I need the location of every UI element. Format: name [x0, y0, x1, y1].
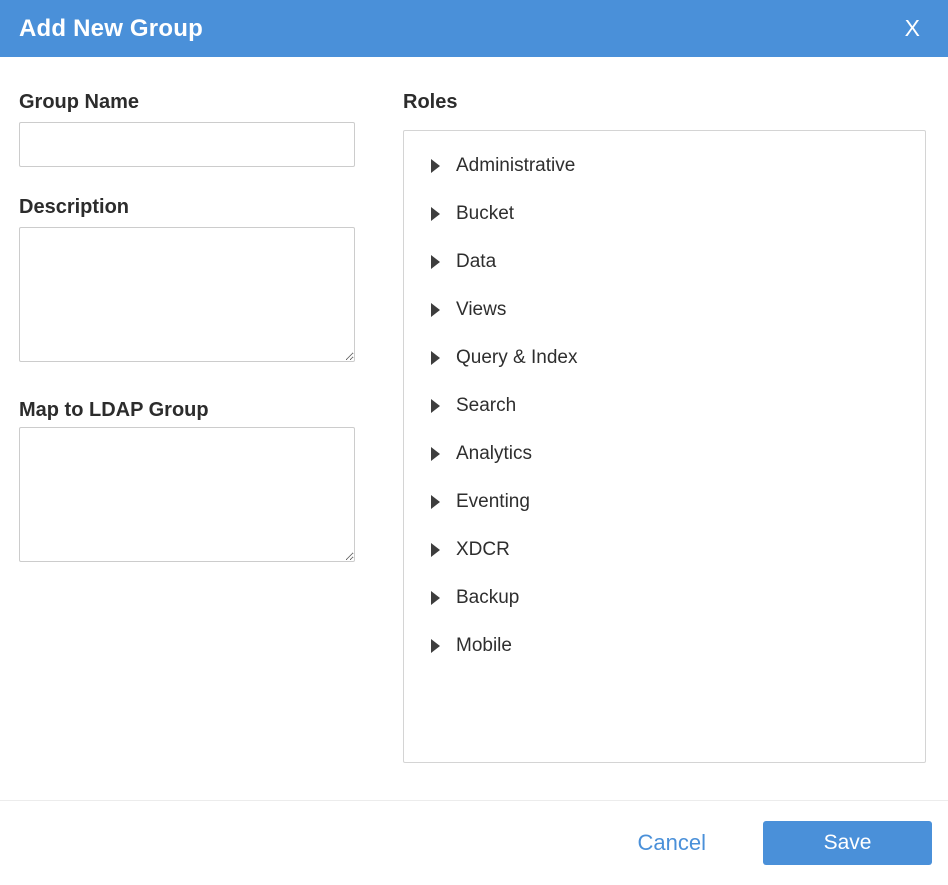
ldap-group-label: Map to LDAP Group	[19, 400, 355, 420]
role-item-xdcr[interactable]: XDCR	[404, 526, 925, 574]
role-item-administrative[interactable]: Administrative	[404, 142, 925, 190]
modal-footer: Cancel Save	[0, 800, 948, 885]
description-label: Description	[19, 197, 355, 217]
group-name-input[interactable]	[19, 122, 355, 167]
role-item-label: Query & Index	[456, 347, 577, 369]
role-item-query-index[interactable]: Query & Index	[404, 334, 925, 382]
caret-right-icon[interactable]	[431, 255, 440, 269]
role-item-analytics[interactable]: Analytics	[404, 430, 925, 478]
role-item-search[interactable]: Search	[404, 382, 925, 430]
role-item-data[interactable]: Data	[404, 238, 925, 286]
roles-column: Roles Administrative Bucket Data	[403, 92, 926, 800]
caret-right-icon[interactable]	[431, 159, 440, 173]
role-item-label: Analytics	[456, 443, 532, 465]
caret-right-icon[interactable]	[431, 495, 440, 509]
modal-title: Add New Group	[19, 15, 899, 43]
modal-body: Group Name Description Map to LDAP Group…	[0, 57, 948, 800]
description-textarea[interactable]	[19, 227, 355, 362]
caret-right-icon[interactable]	[431, 303, 440, 317]
caret-right-icon[interactable]	[431, 207, 440, 221]
roles-panel: Administrative Bucket Data Views	[403, 130, 926, 763]
caret-right-icon[interactable]	[431, 399, 440, 413]
caret-right-icon[interactable]	[431, 543, 440, 557]
cancel-button[interactable]: Cancel	[638, 830, 706, 856]
group-name-label: Group Name	[19, 92, 355, 112]
roles-label: Roles	[403, 92, 926, 112]
caret-right-icon[interactable]	[431, 447, 440, 461]
add-new-group-modal: Add New Group X Group Name Description M…	[0, 0, 948, 885]
role-item-mobile[interactable]: Mobile	[404, 622, 925, 670]
close-icon[interactable]: X	[899, 13, 926, 44]
role-item-label: Backup	[456, 587, 519, 609]
caret-right-icon[interactable]	[431, 591, 440, 605]
form-column: Group Name Description Map to LDAP Group	[19, 92, 355, 800]
role-item-bucket[interactable]: Bucket	[404, 190, 925, 238]
role-item-label: Views	[456, 299, 506, 321]
roles-list: Administrative Bucket Data Views	[404, 142, 925, 670]
save-button[interactable]: Save	[763, 821, 932, 865]
role-item-label: Bucket	[456, 203, 514, 225]
role-item-backup[interactable]: Backup	[404, 574, 925, 622]
modal-header: Add New Group X	[0, 0, 948, 57]
role-item-eventing[interactable]: Eventing	[404, 478, 925, 526]
role-item-label: Administrative	[456, 155, 575, 177]
caret-right-icon[interactable]	[431, 351, 440, 365]
role-item-views[interactable]: Views	[404, 286, 925, 334]
ldap-group-textarea[interactable]	[19, 427, 355, 562]
role-item-label: Search	[456, 395, 516, 417]
caret-right-icon[interactable]	[431, 639, 440, 653]
role-item-label: Eventing	[456, 491, 530, 513]
role-item-label: Data	[456, 251, 496, 273]
role-item-label: Mobile	[456, 635, 512, 657]
role-item-label: XDCR	[456, 539, 510, 561]
